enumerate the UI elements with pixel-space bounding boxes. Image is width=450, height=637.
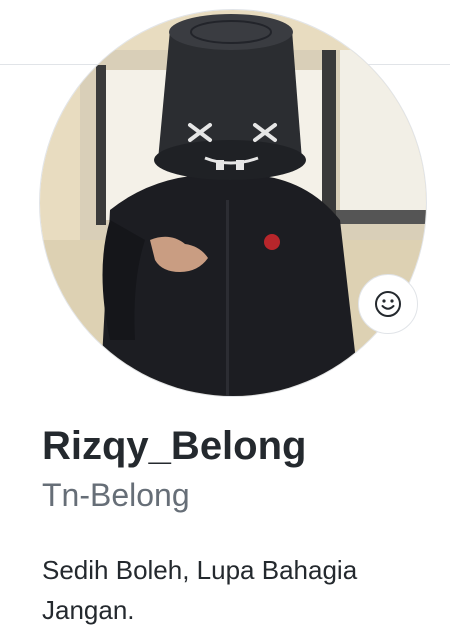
profile-name: Rizqy_Belong (42, 424, 307, 468)
profile-page: Rizqy_Belong Tn-Belong Sedih Boleh, Lupa… (0, 0, 450, 637)
avatar-photo (40, 10, 426, 396)
avatar[interactable] (40, 10, 426, 396)
profile-bio: Sedih Boleh, Lupa Bahagia Jangan. (42, 555, 358, 625)
smiley-icon (375, 291, 401, 317)
profile-username: Tn-Belong (42, 477, 190, 513)
avatar-container (40, 10, 426, 396)
set-status-button[interactable] (358, 274, 418, 334)
